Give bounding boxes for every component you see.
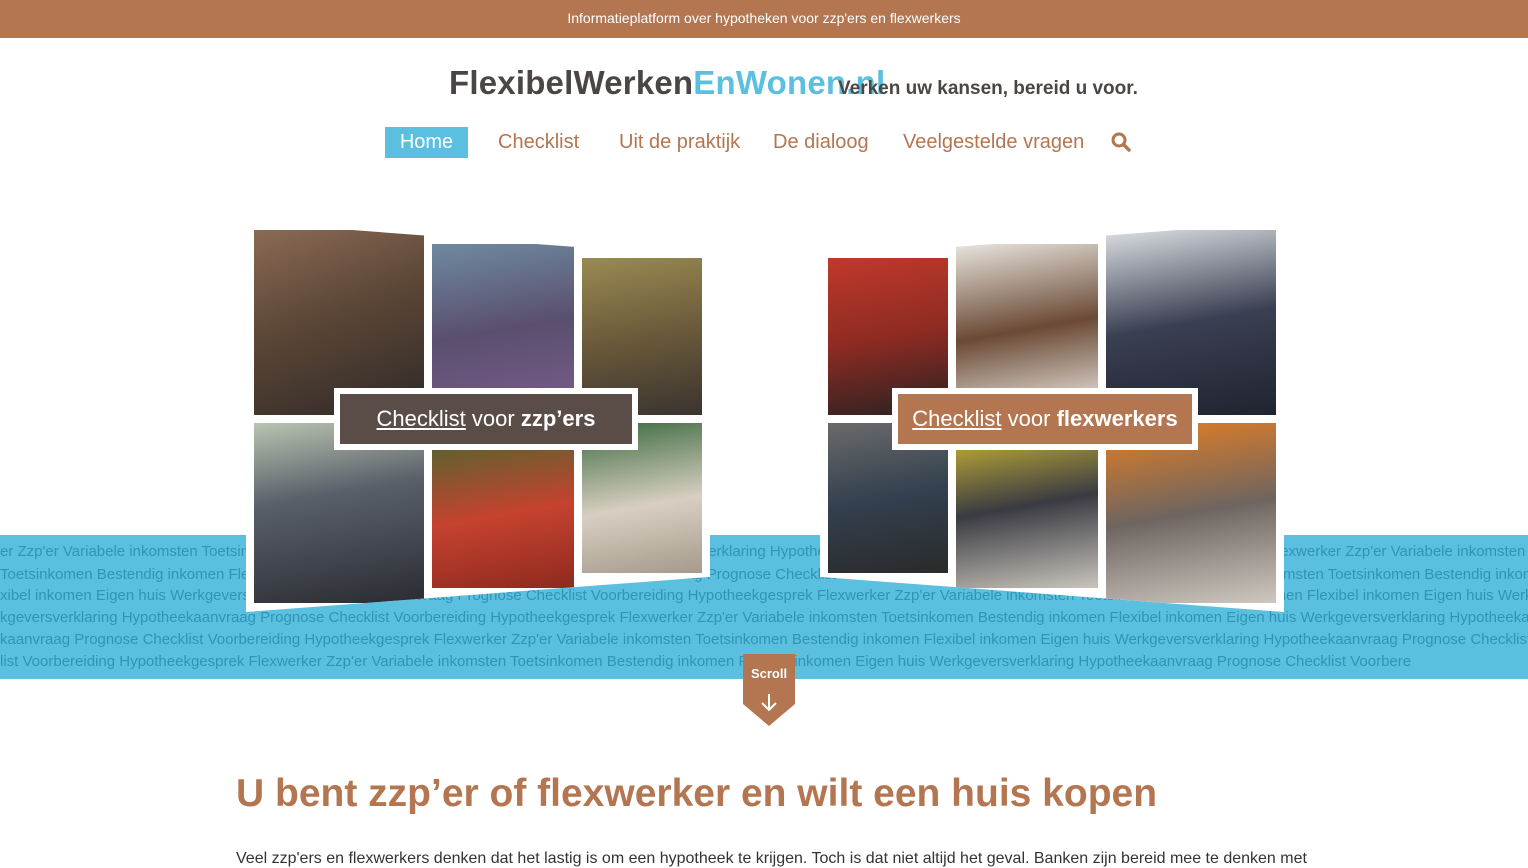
main-navigation: Home Checklist Uit de praktijk De dialoo… <box>0 127 1528 159</box>
tag-row: kaanvraag Prognose Checklist Voorbereidi… <box>0 631 1528 648</box>
top-info-text: Informatieplatform over hypotheken voor … <box>567 10 961 26</box>
top-info-bar: Informatieplatform over hypotheken voor … <box>0 0 1528 38</box>
cta-middle-text: voor <box>1007 406 1051 431</box>
cta-link-text: Checklist <box>912 406 1002 431</box>
site-logo[interactable]: FlexibelWerkenEnWonen.nl <box>449 64 885 102</box>
nav-item-veelgestelde-vragen[interactable]: Veelgestelde vragen <box>903 127 1084 158</box>
collage-photo <box>582 258 702 415</box>
nav-item-home[interactable]: Home <box>385 127 468 158</box>
nav-item-de-dialoog[interactable]: De dialoog <box>773 127 869 158</box>
cta-link-text: Checklist <box>376 406 466 431</box>
tag-row: er Zzp'er Variabele inkomsten Toetsinkom… <box>0 543 1528 560</box>
collage-photo <box>254 423 424 603</box>
checklist-flexwerkers-button[interactable]: Checklist voor flexwerkers <box>898 394 1192 444</box>
collage-photo <box>432 423 574 588</box>
search-icon[interactable] <box>1110 131 1132 153</box>
collage-photo <box>828 258 948 415</box>
scroll-label: Scroll <box>750 666 788 681</box>
collage-photo <box>432 244 574 415</box>
page-heading: U bent zzp’er of flexwerker en wilt een … <box>236 772 1158 815</box>
collage-photo <box>828 423 948 573</box>
collage-photo <box>254 230 424 415</box>
checklist-zzp-button[interactable]: Checklist voor zzp’ers <box>340 394 632 444</box>
tag-row: Toetsinkomen Bestendig inkomen Flexibel … <box>0 566 1528 583</box>
nav-item-uit-de-praktijk[interactable]: Uit de praktijk <box>619 127 740 158</box>
nav-item-checklist[interactable]: Checklist <box>498 127 579 158</box>
cta-middle-text: voor <box>471 406 515 431</box>
tag-row: kgeversverklaring Hypotheekaanvraag Prog… <box>0 609 1528 626</box>
scroll-button[interactable] <box>743 654 795 726</box>
tag-row: list Voorbereiding Hypotheekgesprek Flex… <box>0 653 1412 670</box>
collage-photo <box>1106 230 1276 415</box>
cta-bold-text: zzp’ers <box>520 406 596 431</box>
collage-photo <box>956 244 1098 415</box>
cta-bold-text: flexwerkers <box>1056 406 1178 431</box>
tag-row: xibel inkomen Eigen huis Werkgeversverkl… <box>0 587 1528 604</box>
collage-photo <box>956 423 1098 588</box>
site-tagline: Verken uw kansen, bereid u voor. <box>838 78 1138 99</box>
collage-photo <box>582 423 702 573</box>
logo-main-text: FlexibelWerken <box>449 64 694 101</box>
intro-paragraph: Veel zzp'ers en flexwerkers denken dat h… <box>236 850 1307 867</box>
collage-photo <box>1106 423 1276 603</box>
